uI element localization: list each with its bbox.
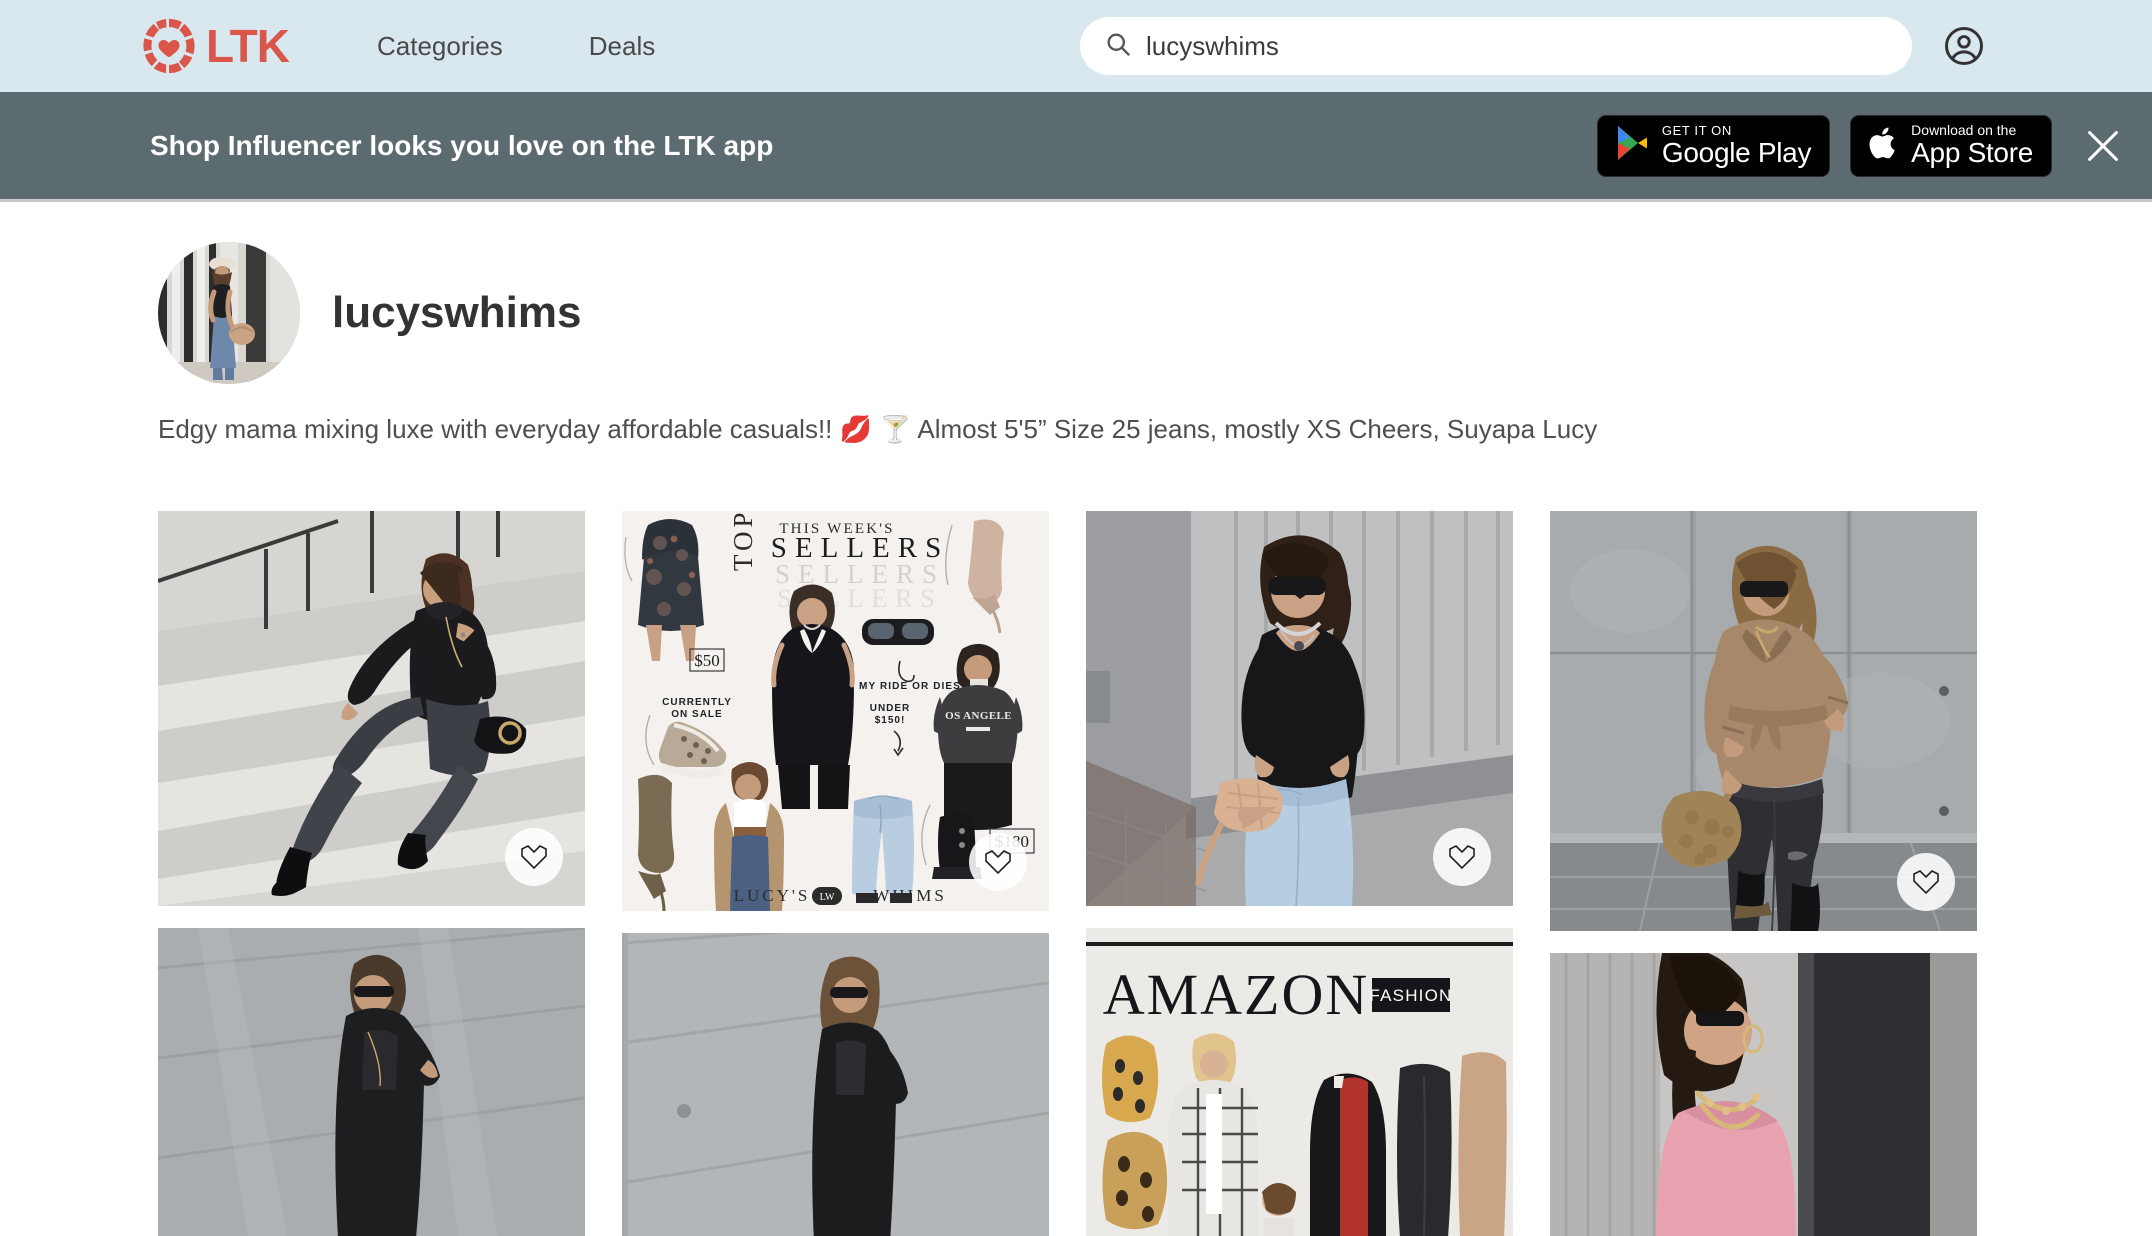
favorite-button[interactable] (1897, 853, 1955, 912)
app-store-big-label: App Store (1911, 137, 2033, 169)
app-store-badge[interactable]: Download on the App Store (1850, 114, 2052, 177)
post-card-2[interactable]: THIS WEEK'S SELLERS SELLERS SELLERS TOP (622, 511, 1049, 912)
grid-column-2: THIS WEEK'S SELLERS SELLERS SELLERS TOP (622, 511, 1049, 1236)
google-play-icon (1616, 124, 1650, 167)
profile-bio: Edgy mama mixing luxe with everyday affo… (158, 414, 1598, 444)
favorite-button[interactable] (969, 833, 1027, 892)
svg-text:AMAZON: AMAZON (1103, 962, 1370, 1027)
svg-text:TOP: TOP (728, 511, 758, 571)
post-card-4[interactable] (1550, 511, 1977, 932)
google-play-big-label: Google Play (1661, 136, 1812, 168)
google-play-small-label: GET IT ON (1661, 122, 1732, 138)
account-circle-icon[interactable] (1943, 25, 1985, 67)
svg-text:CURRENTLY: CURRENTLY (662, 697, 732, 708)
post-card-8[interactable] (1550, 953, 1977, 1236)
post-card-3[interactable] (1086, 511, 1513, 907)
svg-text:UNDER: UNDER (870, 703, 911, 714)
heart-outline-icon (983, 848, 1013, 876)
banner-text: Shop Influencer looks you love on the LT… (150, 129, 774, 161)
ltk-logo-text: LTK (206, 20, 290, 72)
svg-text:$50: $50 (694, 651, 720, 670)
favorite-button[interactable] (505, 828, 563, 887)
search-input[interactable] (1146, 30, 1888, 62)
profile-header-row: lucyswhims (158, 242, 2152, 384)
search-icon (1104, 30, 1132, 63)
close-icon[interactable] (2080, 123, 2126, 169)
favorite-button[interactable] (1433, 828, 1491, 887)
search-container (1080, 17, 1912, 75)
google-play-badge[interactable]: GET IT ON Google Play (1596, 114, 1831, 177)
profile-section: lucyswhims Edgy mama mixing luxe with ev… (0, 202, 2152, 447)
svg-text:WHIMS: WHIMS (873, 886, 947, 905)
svg-text:MY RIDE OR DIES: MY RIDE OR DIES (859, 681, 961, 692)
app-store-small-label: Download on the (1911, 122, 2017, 139)
heart-outline-icon (519, 843, 549, 871)
site-header: LTK Categories Deals (0, 0, 2152, 92)
heart-outline-icon (1911, 868, 1941, 896)
svg-text:FASHION: FASHION (1369, 986, 1452, 1005)
post-grid: THIS WEEK'S SELLERS SELLERS SELLERS TOP (158, 511, 1993, 1236)
ltk-logo[interactable]: LTK (138, 15, 290, 77)
main-nav: Categories Deals (377, 31, 655, 62)
post-card-1[interactable] (158, 511, 585, 907)
nav-deals[interactable]: Deals (589, 31, 655, 62)
page-title: lucyswhims (332, 288, 582, 337)
svg-text:$150!: $150! (875, 715, 906, 726)
post-card-5[interactable] (158, 928, 585, 1236)
grid-column-1 (158, 511, 585, 1236)
svg-text:LUCY'S: LUCY'S (734, 886, 811, 905)
post-card-7[interactable]: AMAZON FASHION (1086, 928, 1513, 1236)
nav-categories[interactable]: Categories (377, 31, 503, 62)
apple-logo-icon (1869, 125, 1899, 166)
ltk-aperture-heart-logo-icon (138, 15, 200, 77)
heart-outline-icon (1447, 843, 1477, 871)
search-box[interactable] (1080, 17, 1912, 75)
svg-text:ON SALE: ON SALE (671, 709, 722, 720)
grid-column-3: AMAZON FASHION (1086, 511, 1513, 1236)
banner-actions: GET IT ON Google Play Download on the Ap… (1596, 114, 2126, 177)
svg-text:LOS ANGELES: LOS ANGELES (937, 710, 1018, 722)
post-card-6[interactable] (622, 933, 1049, 1236)
svg-text:LW: LW (820, 892, 835, 903)
grid-column-4 (1550, 511, 1977, 1236)
app-promo-banner: Shop Influencer looks you love on the LT… (0, 92, 2152, 202)
avatar[interactable] (158, 242, 300, 384)
